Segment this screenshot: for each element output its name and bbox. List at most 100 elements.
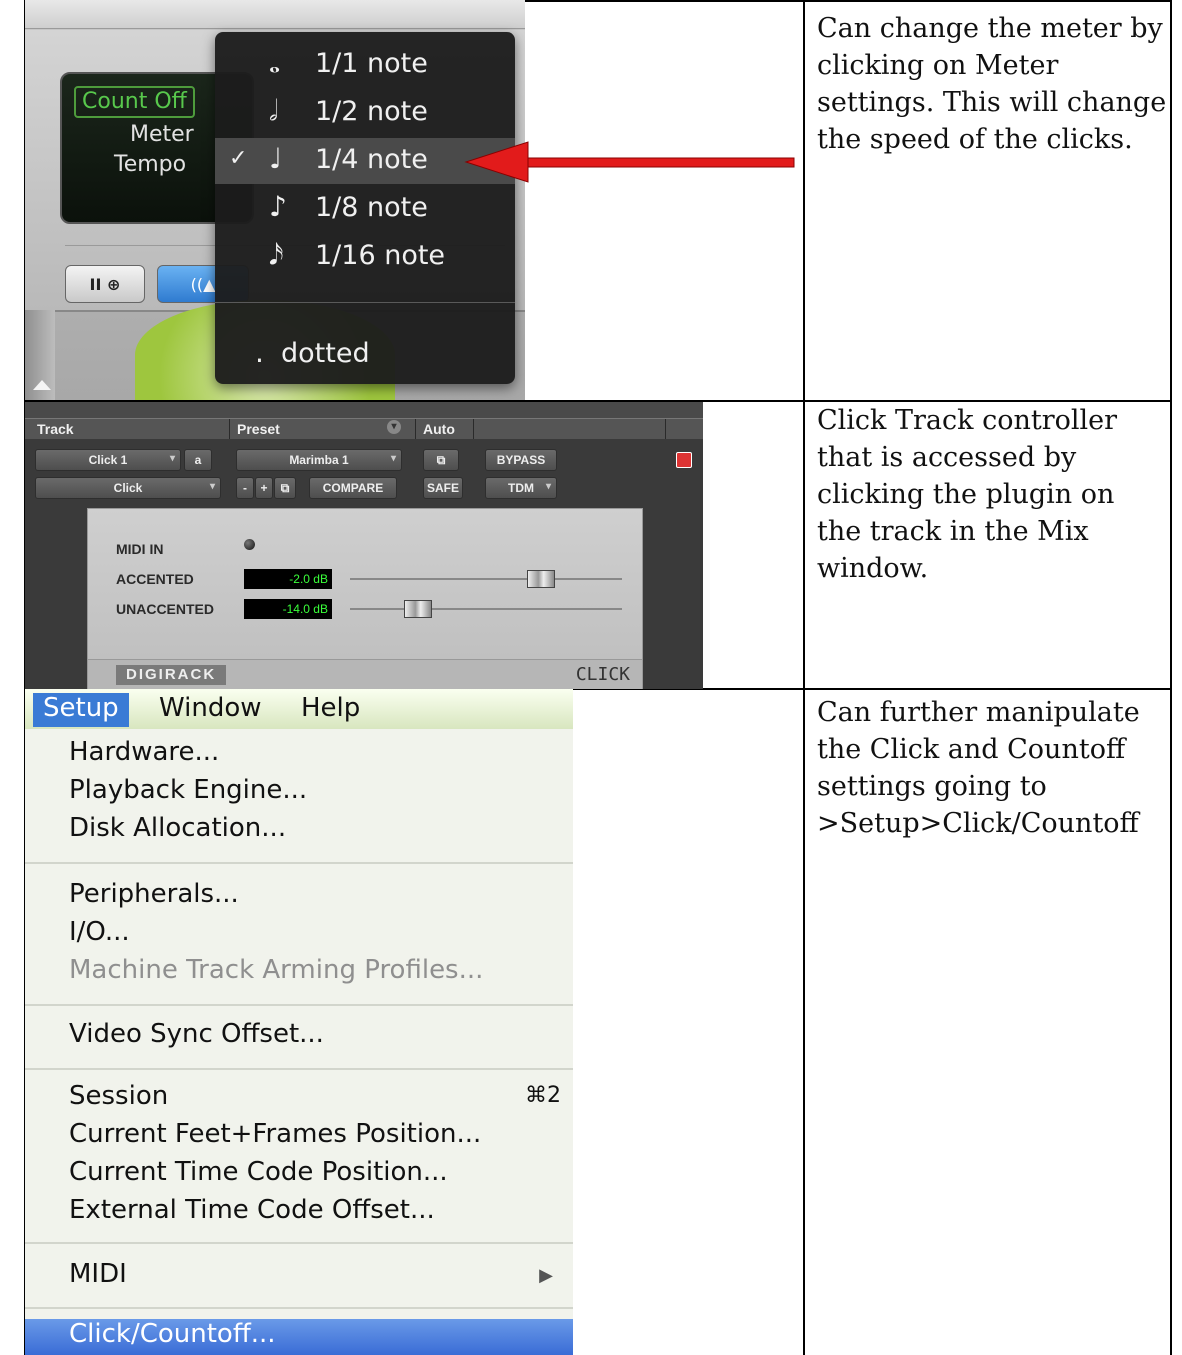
auto-header-label: Auto <box>423 421 455 437</box>
plugin-title: CLICK <box>575 664 630 685</box>
bypass-button[interactable]: BYPASS <box>485 449 557 471</box>
menu-item-peripherals[interactable]: Peripherals... <box>69 879 239 909</box>
eighth-note-icon: ♪ <box>269 190 287 223</box>
window-icon: ⧉ <box>436 452 446 467</box>
preset-selector[interactable]: Marimba 1 ▾ <box>236 449 402 471</box>
plugin-controls: MIDI IN ACCENTED -2.0 dB UNACCENTED -14.… <box>87 508 643 689</box>
menu-item-external-time-code[interactable]: External Time Code Offset... <box>69 1195 435 1225</box>
menu-item-half-note[interactable]: 𝅗𝅥 1/2 note <box>215 90 515 136</box>
safe-button[interactable]: SAFE <box>423 477 463 499</box>
plugin-selector[interactable]: Click ▾ <box>35 477 221 499</box>
plugin-footer: DIGIRACK CLICK <box>88 659 642 689</box>
menu-item-hardware[interactable]: Hardware... <box>69 737 219 767</box>
menu-item-disk-allocation[interactable]: Disk Allocation... <box>69 813 286 843</box>
bypass-label: BYPASS <box>496 453 546 467</box>
whole-note-icon: 𝅝 <box>269 46 281 79</box>
menu-item-machine-track-arming: Machine Track Arming Profiles... <box>69 955 484 985</box>
track-name: Click 1 <box>88 453 128 467</box>
menu-item-video-sync-offset[interactable]: Video Sync Offset... <box>69 1019 324 1049</box>
menu-item-midi[interactable]: MIDI <box>69 1259 127 1289</box>
unaccented-value[interactable]: -14.0 dB <box>244 599 332 619</box>
menu-setup[interactable]: Setup <box>33 693 129 727</box>
dropdown-arrow-icon: ▾ <box>390 453 396 464</box>
preset-header-label: Preset <box>237 421 280 437</box>
close-plugin-icon[interactable] <box>676 452 692 468</box>
accented-slider-track[interactable] <box>350 578 622 580</box>
unaccented-label: UNACCENTED <box>116 601 214 617</box>
dropdown-arrow-icon: ▾ <box>209 481 215 492</box>
table-border-middle <box>803 0 805 1355</box>
tdm-selector[interactable]: TDM ▾ <box>485 477 557 499</box>
red-arrow-icon <box>464 141 795 183</box>
menu-item-label: 1/8 note <box>315 192 428 223</box>
preset-plus-button[interactable]: + <box>255 477 273 499</box>
toolbar-strip <box>25 0 525 29</box>
track-suffix: a <box>194 453 202 467</box>
menu-item-feet-frames[interactable]: Current Feet+Frames Position... <box>69 1119 481 1149</box>
accented-slider-thumb[interactable] <box>527 570 556 588</box>
menu-window[interactable]: Window <box>159 693 262 723</box>
check-icon: ✓ <box>229 146 248 171</box>
menu-separator <box>25 1242 573 1244</box>
arrow-shaft <box>521 157 795 168</box>
header-divider <box>665 419 666 439</box>
click-plugin-screenshot: Track Preset ▾ Auto Click 1 ▾ a Click ▾ Ma… <box>25 402 703 689</box>
menu-item-io[interactable]: I/O... <box>69 917 130 947</box>
tempo-button[interactable]: Tempo <box>114 152 186 177</box>
menu-item-dotted[interactable]: . dotted <box>215 332 515 378</box>
submenu-arrow-icon: ▶ <box>539 1265 553 1286</box>
menu-separator <box>215 302 515 303</box>
minus-icon: - <box>243 481 247 495</box>
menu-item-eighth-note[interactable]: ♪ 1/8 note <box>215 186 515 232</box>
menu-item-label: dotted <box>281 338 370 369</box>
quarter-note-icon: ♩ <box>269 142 283 175</box>
menu-item-click-countoff[interactable]: Click/Countoff... <box>25 1319 573 1355</box>
meter-popup-menu: 𝅝 1/1 note 𝅗𝅥 1/2 note ✓ ♩ 1/4 note ♪ 1/… <box>215 32 515 384</box>
copy-icon: ⧉ <box>280 480 290 495</box>
preset-minus-button[interactable]: - <box>236 477 254 499</box>
unaccented-slider-thumb[interactable] <box>404 600 433 618</box>
preset-copy-button[interactable]: ⧉ <box>274 477 296 499</box>
accented-value[interactable]: -2.0 dB <box>244 569 332 589</box>
arrow-head <box>464 141 529 183</box>
menu-item-sixteenth-note[interactable]: 𝅘𝅥𝅯 1/16 note <box>215 234 515 280</box>
unaccented-slider-track[interactable] <box>350 608 622 610</box>
setup-dropdown-menu: Hardware... Playback Engine... Disk Allo… <box>25 729 573 1355</box>
count-off-button[interactable]: Count Off <box>74 86 195 118</box>
description-click-track: Click Track controller that is accessed … <box>817 405 1118 584</box>
menu-item-label: 1/2 note <box>315 96 428 127</box>
menu-separator <box>25 862 573 864</box>
menu-separator <box>25 1004 573 1006</box>
menu-bar: Setup Window Help <box>25 689 573 729</box>
track-suffix-selector[interactable]: a <box>184 449 212 471</box>
wait-for-note-button[interactable]: II ⊕ <box>65 265 145 303</box>
track-header-label: Track <box>37 421 74 437</box>
menu-help[interactable]: Help <box>301 693 360 723</box>
meter-button[interactable]: Meter <box>130 122 194 147</box>
dot-icon: . <box>255 336 264 369</box>
pause-midi-icon: II ⊕ <box>89 274 121 294</box>
header-divider <box>415 419 416 439</box>
track-selector[interactable]: Click 1 ▾ <box>35 449 181 471</box>
document-table: Count Off Meter Tempo II ⊕ ((▲ 𝅝 1/1 not… <box>0 0 1182 1355</box>
description-setup-menu: Can further manipulate the Click and Cou… <box>817 697 1140 839</box>
plugin-name: Click <box>113 481 143 495</box>
auto-window-button[interactable]: ⧉ <box>423 449 459 471</box>
menu-item-label: Click/Countoff... <box>69 1319 276 1349</box>
menu-item-label: 1/4 note <box>315 144 428 175</box>
menu-item-session[interactable]: Session <box>69 1081 168 1111</box>
preset-menu-icon[interactable]: ▾ <box>387 420 401 434</box>
meter-screenshot: Count Off Meter Tempo II ⊕ ((▲ 𝅝 1/1 not… <box>25 0 525 400</box>
header-divider <box>473 419 474 439</box>
menu-item-time-code[interactable]: Current Time Code Position... <box>69 1157 448 1187</box>
menu-item-label: 1/1 note <box>315 48 428 79</box>
safe-label: SAFE <box>426 481 459 495</box>
scroll-up-icon[interactable] <box>33 380 51 390</box>
menu-item-playback-engine[interactable]: Playback Engine... <box>69 775 307 805</box>
menu-separator <box>25 1068 573 1070</box>
accented-label: ACCENTED <box>116 571 194 587</box>
compare-button[interactable]: COMPARE <box>309 477 397 499</box>
menu-item-whole-note[interactable]: 𝅝 1/1 note <box>215 42 515 88</box>
digirack-logo: DIGIRACK <box>116 665 227 685</box>
dropdown-arrow-icon: ▾ <box>169 453 175 464</box>
